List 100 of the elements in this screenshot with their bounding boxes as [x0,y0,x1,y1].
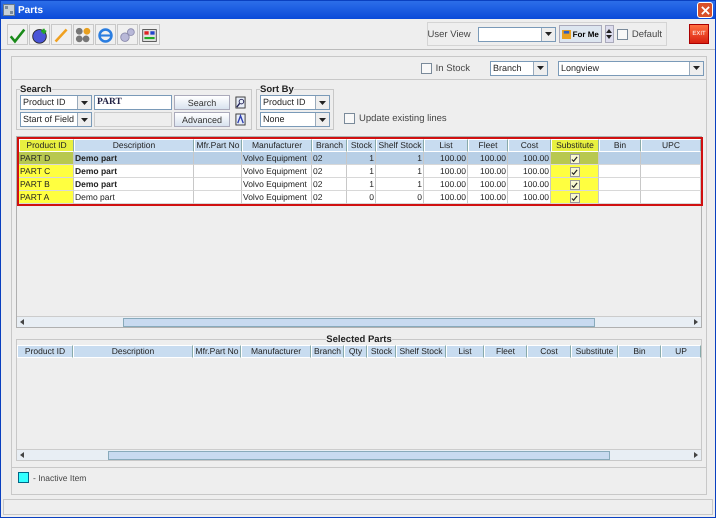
sort-secondary-dropdown[interactable]: None [260,112,330,127]
column-header[interactable]: UP [661,345,701,358]
table-cell: 1 [347,178,376,191]
table-cell: Demo part [74,165,194,178]
column-header[interactable]: Cost [527,345,571,358]
caret-icon [81,100,88,104]
table-cell [641,152,701,165]
column-header[interactable]: Description [73,345,193,358]
table-cell: 02 [312,191,347,204]
table-cell: Volvo Equipment [242,152,312,165]
floppy-icon [562,30,571,38]
column-header[interactable]: Description [74,139,194,152]
sort-title: Sort By [260,84,294,95]
table-cell: 100.00 [508,191,551,204]
table-cell [641,178,701,191]
table-cell: 100.00 [508,165,551,178]
user-view-dropdown[interactable] [478,26,556,42]
balls-icon[interactable] [73,24,94,44]
table-cell: Demo part [74,178,194,191]
default-checkbox[interactable] [616,28,628,40]
column-header[interactable]: Shelf Stock [396,345,446,358]
table-cell: 100.00 [468,152,508,165]
sort-dropdown[interactable]: Product ID [260,95,330,110]
selected-parts-title: Selected Parts [326,334,392,345]
table-cell: PART C [19,165,74,178]
search-button[interactable]: Search [174,95,230,110]
column-header[interactable]: Mfr.Part No [193,345,241,358]
column-header[interactable]: Cost [508,139,551,152]
spinner-icon[interactable] [604,25,614,43]
globe-add-icon[interactable] [29,24,50,44]
search-field[interactable]: PART [94,95,172,110]
close-icon [700,6,710,14]
close-button[interactable] [697,2,713,18]
column-header[interactable]: Fleet [468,139,508,152]
update-lines-label: Update existing lines [359,113,447,124]
table-cell: 100.00 [424,152,468,165]
column-header[interactable]: Substitute [571,345,618,358]
search-title: Search [20,84,52,95]
column-header[interactable]: Stock [347,139,376,152]
caret-icon [544,32,552,36]
scroll-left-icon[interactable] [20,319,24,325]
column-header[interactable]: Substitute [551,139,599,152]
table-cell: 02 [312,178,347,191]
column-header[interactable]: Stock [367,345,396,358]
branch-dropdown[interactable]: Branch [490,60,548,76]
app-icon [3,4,15,16]
column-header[interactable]: Branch [312,139,347,152]
for-me-button[interactable]: For Me [558,25,602,43]
column-header[interactable]: Shelf Stock [376,139,424,152]
table-cell: 1 [376,178,424,191]
table-cell: 02 [312,152,347,165]
table-cell: Demo part [74,152,194,165]
column-header[interactable]: List [446,345,484,358]
table-cell: PART B [19,178,74,191]
secondary-search-field[interactable] [94,112,172,127]
column-header[interactable]: UPC [641,139,701,152]
column-header[interactable]: Bin [618,345,661,358]
table-cell [194,165,242,178]
table-cell: Volvo Equipment [242,178,312,191]
column-header[interactable]: Fleet [484,345,527,358]
scroll-left-icon[interactable] [20,452,24,458]
caret-icon [319,100,326,104]
column-header[interactable]: Product ID [17,345,73,358]
column-header[interactable]: Mfr.Part No [194,139,242,152]
table-cell: Volvo Equipment [242,191,312,204]
column-header[interactable]: Bin [599,139,641,152]
horizontal-scrollbar[interactable] [17,316,701,327]
table-cell: 0 [347,191,376,204]
table-cell [194,191,242,204]
column-header[interactable]: Branch [311,345,344,358]
in-stock-checkbox[interactable] [420,62,432,74]
horizontal-scrollbar[interactable] [17,449,701,460]
column-header[interactable]: Manufacturer [241,345,311,358]
table-cell: 1 [347,152,376,165]
column-header[interactable]: List [424,139,468,152]
search-field-dropdown[interactable]: Product ID [20,95,92,110]
caret-icon [693,66,700,70]
scroll-right-icon[interactable] [694,452,698,458]
table-cell: 100.00 [424,191,468,204]
table-cell [641,191,701,204]
location-dropdown[interactable]: Longview [558,60,704,76]
column-header[interactable]: Qty [344,345,367,358]
table-cell: 02 [312,165,347,178]
match-dropdown[interactable]: Start of Field [20,112,92,127]
table-cell: PART A [19,191,74,204]
caret-icon [81,118,88,122]
column-header[interactable]: Manufacturer [242,139,312,152]
table-cell: 1 [376,152,424,165]
advanced-button[interactable]: Advanced [174,112,230,127]
caret-icon [537,66,544,70]
table-cell: Volvo Equipment [242,165,312,178]
column-header[interactable]: Product ID [19,139,74,152]
update-lines-checkbox[interactable] [344,113,355,124]
table-cell: 100.00 [468,191,508,204]
scroll-right-icon[interactable] [694,319,698,325]
user-view-label: User View [428,28,471,40]
table-cell: 100.00 [468,178,508,191]
checkmark-icon[interactable] [7,24,28,44]
window-title: Parts [18,4,44,16]
table-cell [194,178,242,191]
